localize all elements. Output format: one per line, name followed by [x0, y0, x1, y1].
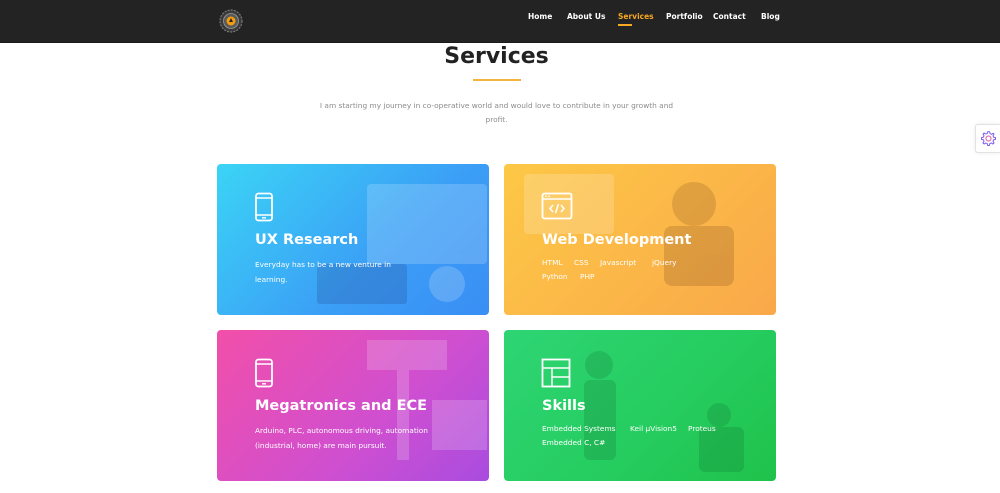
- nav-link-contact[interactable]: Contact: [713, 12, 746, 21]
- nav-link-about-us[interactable]: About Us: [567, 12, 605, 21]
- tag-list: Embedded Systems Keil µVision5 Proteus E…: [542, 424, 742, 454]
- mobile-phone-icon: [255, 192, 273, 222]
- tag-css: CSS: [574, 258, 589, 267]
- service-card-web-development[interactable]: Web Development HTML CSS Javascript jQue…: [504, 164, 776, 315]
- top-navbar: Home About Us Services Portfolio Contact…: [0, 0, 1000, 43]
- card-title: UX Research: [255, 232, 359, 248]
- service-card-ux-research[interactable]: UX Research Everyday has to be a new ven…: [217, 164, 489, 315]
- gear-icon: [980, 131, 996, 147]
- tag-php: PHP: [580, 272, 595, 281]
- nav-link-home[interactable]: Home: [528, 12, 552, 21]
- code-window-icon: [541, 192, 573, 220]
- tag-python: Python: [542, 272, 568, 281]
- card-title: Megatronics and ECE: [255, 398, 428, 414]
- nav-menu: Home About Us Services Portfolio Contact…: [0, 12, 1000, 32]
- card-title: Web Development: [542, 232, 692, 248]
- tag-javascript: Javascript: [600, 258, 637, 267]
- nav-link-portfolio[interactable]: Portfolio: [666, 12, 703, 21]
- page-subtitle: I am starting my journey in co-operative…: [319, 101, 674, 124]
- page-title: Services: [444, 44, 549, 69]
- tag-html: HTML: [542, 258, 563, 267]
- service-card-skills[interactable]: Skills Embedded Systems Keil µVision5 Pr…: [504, 330, 776, 481]
- service-card-megatronics[interactable]: Megatronics and ECE Arduino, PLC, autono…: [217, 330, 489, 481]
- layout-icon: [541, 358, 571, 388]
- tag-embedded-c: Embedded C, C#: [542, 438, 606, 447]
- card-description: Everyday has to be a new venture in lear…: [255, 260, 391, 284]
- nav-link-blog[interactable]: Blog: [761, 12, 780, 21]
- card-description: Arduino, PLC, autonomous driving, automa…: [255, 426, 428, 450]
- mobile-phone-icon: [255, 358, 273, 388]
- tag-embedded-systems: Embedded Systems: [542, 424, 616, 433]
- active-nav-indicator: [618, 24, 632, 26]
- settings-button[interactable]: [975, 124, 1000, 153]
- tag-list: HTML CSS Javascript jQuery Python PHP: [542, 258, 742, 288]
- nav-link-services[interactable]: Services: [618, 12, 654, 21]
- tag-proteus: Proteus: [688, 424, 716, 433]
- title-divider: [473, 79, 521, 81]
- tag-jquery: jQuery: [652, 258, 677, 267]
- card-title: Skills: [542, 398, 586, 414]
- tag-keil: Keil µVision5: [630, 424, 677, 433]
